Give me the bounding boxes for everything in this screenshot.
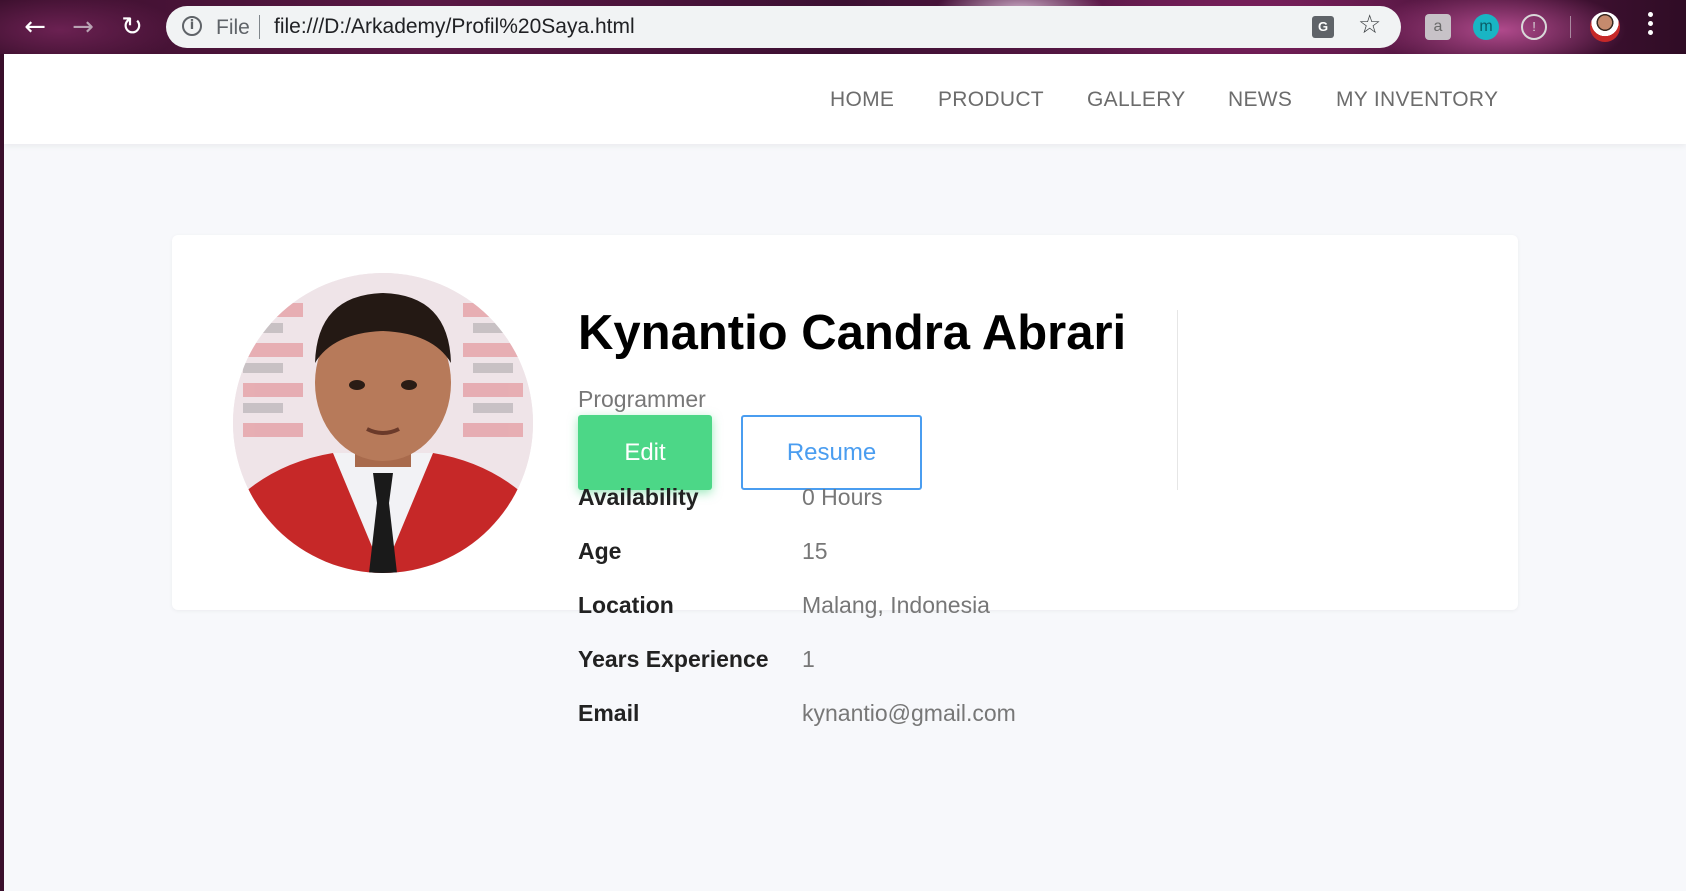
profile-photo-image (233, 273, 533, 573)
translate-icon[interactable]: G (1312, 16, 1334, 38)
star-icon[interactable]: ☆ (1358, 10, 1381, 40)
profile-role: Programmer (578, 386, 706, 412)
years-experience-label: Years Experience (578, 646, 769, 672)
availability-label: Availability (578, 484, 699, 510)
info-icon[interactable]: i (182, 16, 202, 36)
age-value: 15 (802, 538, 828, 564)
back-arrow-icon[interactable]: ← (18, 10, 52, 44)
menu-icon[interactable] (1648, 12, 1654, 39)
email-label: Email (578, 700, 640, 726)
nav-link-news[interactable]: NEWS (1228, 88, 1292, 112)
availability-value: 0 Hours (802, 484, 883, 510)
shopping-bag-icon[interactable]: a (1425, 14, 1451, 40)
browser-toolbar: ← → ↻ i File file:///D:/Arkademy/Profil%… (0, 0, 1686, 54)
profile-photo (233, 273, 533, 573)
location-value: Malang, Indonesia (802, 592, 990, 618)
reload-icon[interactable]: ↻ (115, 10, 149, 44)
address-separator (259, 15, 260, 39)
forward-arrow-icon[interactable]: → (66, 10, 100, 44)
age-label: Age (578, 538, 622, 564)
site-navbar: HOME PRODUCT GALLERY NEWS MY INVENTORY (4, 54, 1686, 144)
email-value[interactable]: kynantio@gmail.com (802, 700, 1016, 727)
profile-name: Kynantio Candra Abrari (578, 306, 1127, 360)
nav-link-gallery[interactable]: GALLERY (1087, 88, 1186, 112)
resume-button[interactable]: Resume (741, 415, 922, 490)
nav-link-home[interactable]: HOME (830, 88, 894, 112)
profile-avatar[interactable] (1590, 12, 1620, 42)
address-bar[interactable]: i File file:///D:/Arkademy/Profil%20Saya… (166, 6, 1401, 48)
url-scheme-label: File (216, 16, 250, 39)
nav-link-my-inventory[interactable]: MY INVENTORY (1336, 88, 1498, 112)
edit-button[interactable]: Edit (578, 415, 712, 490)
m-extension-icon[interactable]: m (1473, 14, 1499, 40)
url-text[interactable]: file:///D:/Arkademy/Profil%20Saya.html (274, 15, 635, 39)
toolbar-divider (1570, 16, 1571, 38)
nav-link-product[interactable]: PRODUCT (938, 88, 1044, 112)
card-divider (1177, 310, 1178, 490)
location-label: Location (578, 592, 674, 618)
years-experience-value: 1 (802, 646, 815, 672)
lightbulb-icon[interactable]: ! (1521, 14, 1547, 40)
